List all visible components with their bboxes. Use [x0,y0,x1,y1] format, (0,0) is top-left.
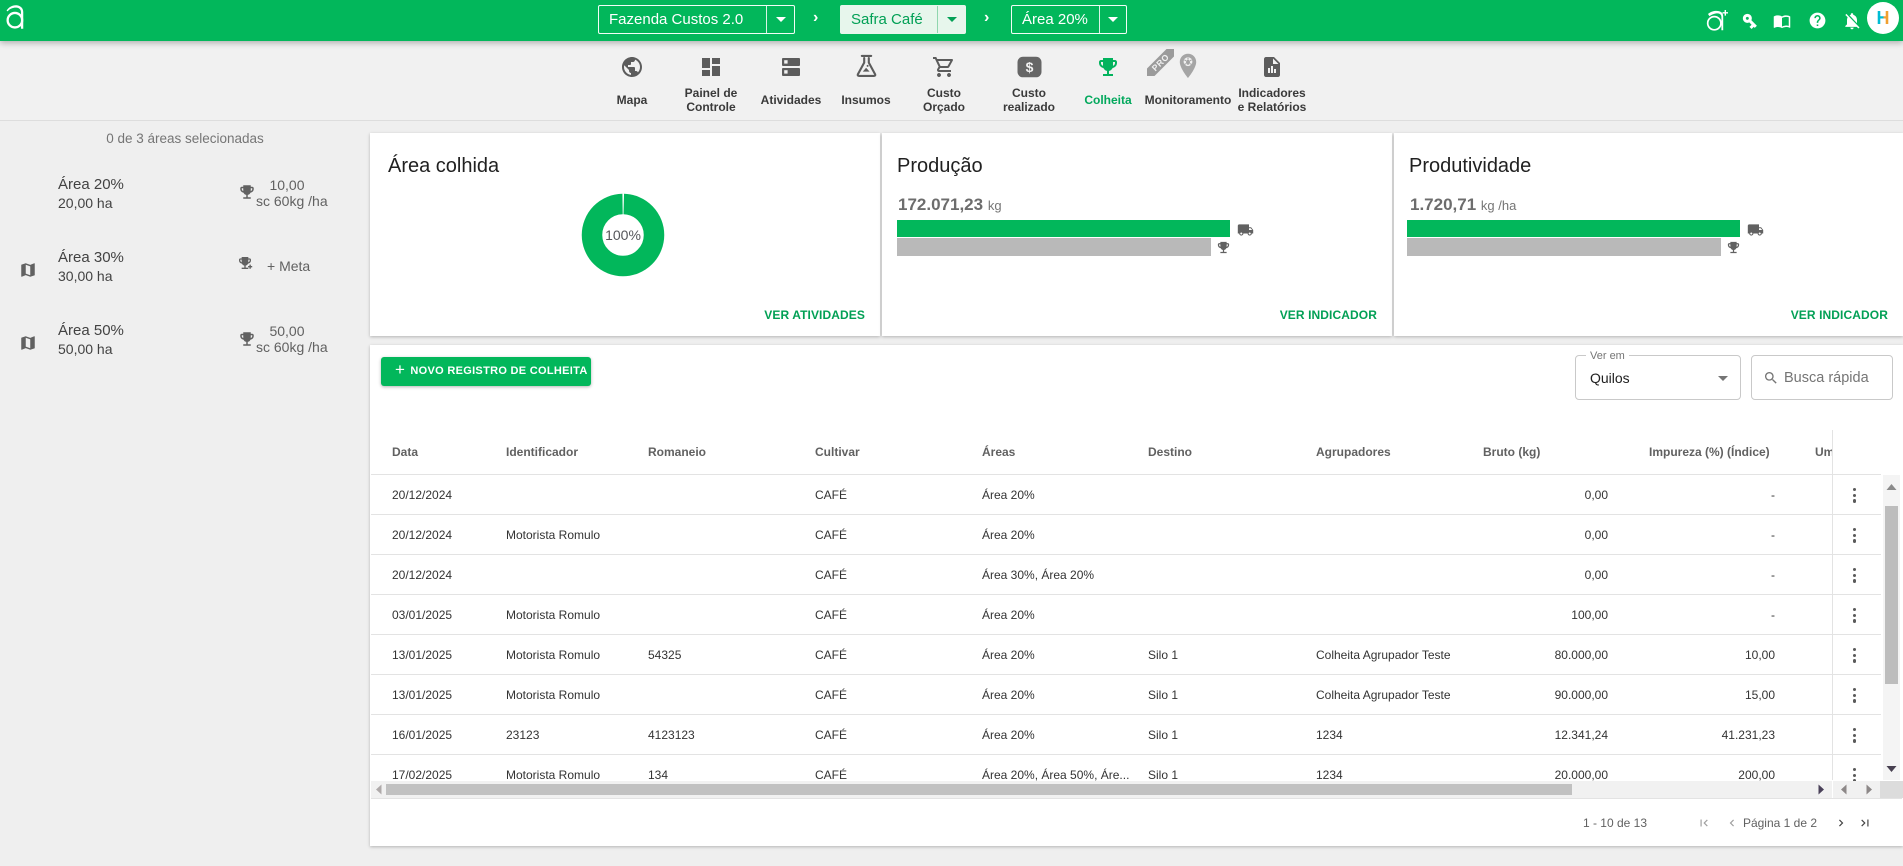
svg-text:$: $ [1025,59,1033,75]
svg-text:100%: 100% [605,227,641,243]
